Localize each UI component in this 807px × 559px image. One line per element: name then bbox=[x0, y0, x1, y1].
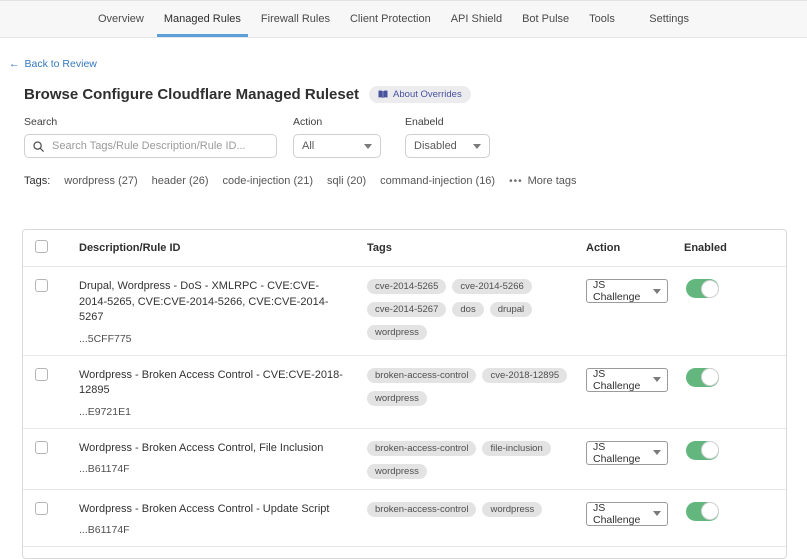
enabled-filter-value: Disabled bbox=[414, 140, 457, 152]
tag-filter-header[interactable]: header (26) bbox=[152, 175, 209, 187]
chevron-down-icon bbox=[653, 511, 661, 516]
rule-action-select[interactable]: JS Challenge bbox=[586, 368, 668, 392]
rule-action-value: JS Challenge bbox=[593, 368, 653, 392]
rule-action-value: JS Challenge bbox=[593, 279, 653, 303]
rule-action-select[interactable]: JS Challenge bbox=[586, 279, 668, 303]
tag-filter-code-injection[interactable]: code-injection (21) bbox=[223, 175, 314, 187]
chevron-down-icon bbox=[364, 144, 372, 149]
tags-bar-label: Tags: bbox=[24, 175, 50, 187]
tab-managed-rules[interactable]: Managed Rules bbox=[154, 1, 251, 37]
table-row: Wordpress - Broken Access Control - CVE:… bbox=[23, 356, 786, 429]
action-filter-value: All bbox=[302, 140, 314, 152]
rule-tag: cve-2018-12895 bbox=[482, 368, 567, 383]
filters-row: Search Action All Enabeld Disabled bbox=[24, 116, 807, 158]
rule-description: Wordpress - Broken Access Control - Upda… bbox=[79, 502, 367, 518]
ellipsis-icon: ••• bbox=[509, 176, 523, 187]
rule-tag: dos bbox=[452, 302, 483, 317]
rule-description: Drupal, Wordpress - DoS - XMLRPC - CVE:C… bbox=[79, 279, 367, 326]
enabled-filter-group: Enabeld Disabled bbox=[405, 116, 490, 158]
title-row: Browse Configure Cloudflare Managed Rule… bbox=[24, 86, 807, 103]
search-filter-group: Search bbox=[24, 116, 277, 158]
search-icon bbox=[33, 141, 44, 152]
rule-action-value: JS Challenge bbox=[593, 441, 653, 465]
rule-tag: broken-access-control bbox=[367, 502, 476, 517]
enabled-label: Enabeld bbox=[405, 116, 490, 128]
rule-tag: broken-access-control bbox=[367, 368, 476, 383]
action-label: Action bbox=[293, 116, 389, 128]
search-label: Search bbox=[24, 116, 277, 128]
rule-description: Wordpress - Broken Access Control - CVE:… bbox=[79, 368, 367, 399]
rule-tag: cve-2014-5265 bbox=[367, 279, 446, 294]
back-link-label: Back to Review bbox=[25, 58, 97, 70]
chevron-down-icon bbox=[653, 450, 661, 455]
tags-bar: Tags: wordpress (27) header (26) code-in… bbox=[24, 175, 807, 187]
select-all-checkbox[interactable] bbox=[35, 240, 48, 253]
rule-tag: drupal bbox=[490, 302, 532, 317]
rule-tag: wordpress bbox=[367, 391, 427, 406]
top-nav: Overview Managed Rules Firewall Rules Cl… bbox=[0, 0, 807, 38]
rule-id: ...E9721E1 bbox=[79, 406, 367, 418]
table-header-row: Description/Rule ID Tags Action Enabled bbox=[23, 230, 786, 267]
tab-tools[interactable]: Tools bbox=[579, 1, 625, 37]
tab-client-protection[interactable]: Client Protection bbox=[340, 1, 441, 37]
search-input[interactable] bbox=[50, 139, 268, 153]
rule-tag: cve-2014-5267 bbox=[367, 302, 446, 317]
rule-description: Wordpress - Broken Access Control, File … bbox=[79, 441, 367, 457]
tag-filter-sqli[interactable]: sqli (20) bbox=[327, 175, 366, 187]
table-row: Drupal, Wordpress - DoS - XMLRPC - CVE:C… bbox=[23, 267, 786, 356]
header-action: Action bbox=[586, 242, 684, 254]
table-row: Wordpress - Broken Access Control, File … bbox=[23, 429, 786, 490]
rule-id: ...B61174F bbox=[79, 524, 367, 536]
enabled-toggle[interactable] bbox=[686, 368, 719, 387]
enabled-filter-select[interactable]: Disabled bbox=[405, 134, 490, 158]
about-overrides-badge[interactable]: About Overrides bbox=[369, 86, 471, 103]
chevron-down-icon bbox=[473, 144, 481, 149]
about-overrides-label: About Overrides bbox=[393, 89, 462, 100]
header-enabled: Enabled bbox=[684, 242, 786, 254]
tab-overview[interactable]: Overview bbox=[88, 1, 154, 37]
more-tags-label: More tags bbox=[528, 175, 577, 187]
tag-filter-command-injection[interactable]: command-injection (16) bbox=[380, 175, 495, 187]
back-to-review-link[interactable]: ← Back to Review bbox=[9, 58, 97, 70]
page-title: Browse Configure Cloudflare Managed Rule… bbox=[24, 86, 359, 103]
rule-tag: wordpress bbox=[482, 502, 542, 517]
search-box[interactable] bbox=[24, 134, 277, 158]
rule-action-select[interactable]: JS Challenge bbox=[586, 441, 668, 465]
table-row bbox=[23, 547, 786, 558]
header-description: Description/Rule ID bbox=[79, 242, 367, 254]
rule-tag: file-inclusion bbox=[482, 441, 550, 456]
chevron-down-icon bbox=[653, 377, 661, 382]
action-filter-select[interactable]: All bbox=[293, 134, 381, 158]
rule-tag: wordpress bbox=[367, 464, 427, 479]
tab-settings[interactable]: Settings bbox=[639, 1, 699, 37]
more-tags-link[interactable]: ••• More tags bbox=[509, 175, 576, 187]
row-checkbox[interactable] bbox=[35, 441, 48, 454]
header-tags: Tags bbox=[367, 242, 586, 254]
managed-rules-table: Description/Rule ID Tags Action Enabled … bbox=[22, 229, 787, 559]
table-row: Wordpress - Broken Access Control - Upda… bbox=[23, 490, 786, 548]
enabled-toggle[interactable] bbox=[686, 279, 719, 298]
book-icon bbox=[378, 90, 388, 99]
chevron-down-icon bbox=[653, 289, 661, 294]
rule-id: ...5CFF775 bbox=[79, 333, 367, 345]
action-filter-group: Action All bbox=[293, 116, 389, 158]
tab-firewall-rules[interactable]: Firewall Rules bbox=[251, 1, 340, 37]
rule-tag: broken-access-control bbox=[367, 441, 476, 456]
enabled-toggle[interactable] bbox=[686, 502, 719, 521]
row-checkbox[interactable] bbox=[35, 502, 48, 515]
tab-bot-pulse[interactable]: Bot Pulse bbox=[512, 1, 579, 37]
rule-tag: cve-2014-5266 bbox=[452, 279, 531, 294]
rule-tag: wordpress bbox=[367, 325, 427, 340]
rule-action-select[interactable]: JS Challenge bbox=[586, 502, 668, 526]
rule-action-value: JS Challenge bbox=[593, 502, 653, 526]
row-checkbox[interactable] bbox=[35, 279, 48, 292]
tab-api-shield[interactable]: API Shield bbox=[441, 1, 512, 37]
enabled-toggle[interactable] bbox=[686, 441, 719, 460]
arrow-left-icon: ← bbox=[9, 58, 20, 70]
rule-id: ...B61174F bbox=[79, 463, 367, 475]
tag-filter-wordpress[interactable]: wordpress (27) bbox=[64, 175, 137, 187]
row-checkbox[interactable] bbox=[35, 368, 48, 381]
